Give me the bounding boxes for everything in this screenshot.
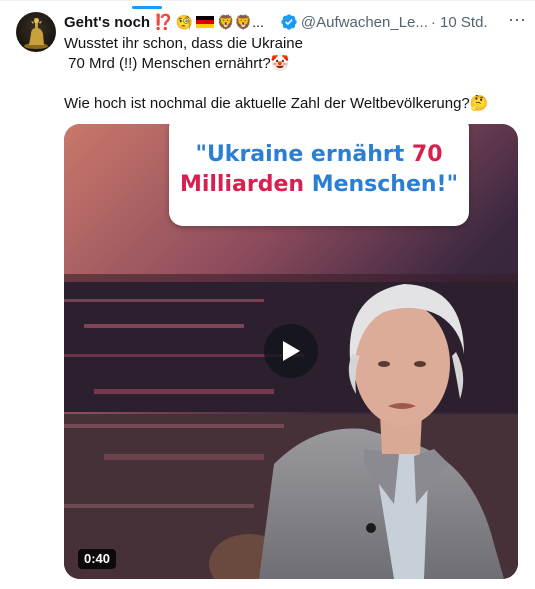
banner-text: Menschen!" (311, 172, 459, 197)
avatar-statue-image (24, 18, 48, 49)
tweet-text: Wusstet ihr schon, dass die Ukraine 70 M… (64, 34, 519, 114)
tweet-text-line: 70 Mrd (!!) Menschen ernährt?🤡 (64, 55, 290, 72)
top-divider (0, 0, 535, 1)
play-icon (283, 341, 300, 361)
video-duration: 0:40 (78, 549, 117, 569)
tab-indicator (132, 6, 162, 9)
banner-text-highlight: 70 (411, 142, 443, 167)
more-options-icon[interactable]: ⋯ (508, 10, 527, 31)
verified-badge-icon (281, 14, 297, 30)
banner-line-2: Milliarden Menschen!" (180, 170, 458, 200)
author-handle[interactable]: @Aufwachen_Le... (301, 14, 428, 31)
tweet-header: Geht's noch ⁉️ 🧐 🦁🦁... @Aufwachen_Le... … (64, 12, 523, 32)
video-caption-banner: "Ukraine ernährt 70 Milliarden Menschen!… (169, 124, 469, 226)
tweet-timestamp[interactable]: · 10 Std. (431, 14, 488, 31)
video-player[interactable]: "Ukraine ernährt 70 Milliarden Menschen!… (64, 124, 518, 579)
banner-text-highlight: Milliarden (179, 172, 312, 197)
play-button[interactable] (264, 324, 318, 378)
banner-text: "Ukraine ernährt (195, 142, 412, 167)
banner-line-1: "Ukraine ernährt 70 (195, 140, 442, 170)
tweet-text-line: Wusstet ihr schon, dass die Ukraine (64, 35, 303, 52)
name-emoji-2: 🦁🦁... (217, 13, 264, 30)
avatar[interactable] (16, 12, 56, 52)
tweet-text-line: Wie hoch ist nochmal die aktuelle Zahl d… (64, 95, 489, 112)
name-emoji: 🧐 (175, 13, 194, 30)
display-name[interactable]: Geht's noch ⁉️ (64, 13, 173, 31)
german-flag-icon (196, 16, 215, 28)
